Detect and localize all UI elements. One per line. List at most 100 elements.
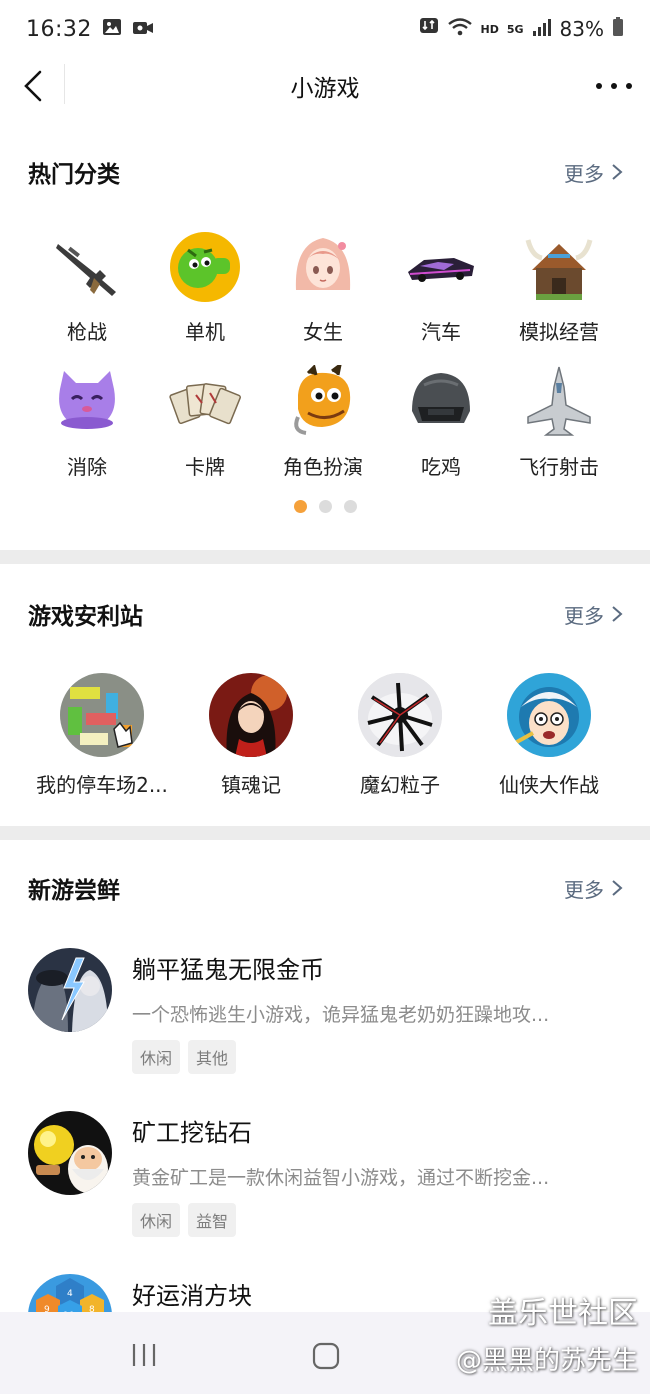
purple-cat-icon bbox=[50, 365, 124, 439]
recent-apps-icon bbox=[132, 1344, 156, 1366]
race-car-icon bbox=[404, 230, 478, 304]
game-name: 好运消方块 bbox=[132, 1282, 252, 1310]
page-title: 小游戏 bbox=[290, 76, 360, 102]
more-label: 更多 bbox=[564, 161, 604, 186]
perk-game-label: 仙侠大作战 bbox=[499, 773, 599, 797]
block-number: 9 bbox=[44, 1305, 50, 1312]
dot bbox=[596, 83, 602, 89]
category-label: 女生 bbox=[303, 320, 343, 344]
watermark-author: @黑黑的苏先生 bbox=[455, 1346, 638, 1376]
section-title: 热门分类 bbox=[28, 162, 120, 188]
anime-girl-icon bbox=[286, 230, 360, 304]
battery-icon bbox=[612, 16, 624, 42]
page-dot bbox=[318, 500, 332, 513]
perk-game-item[interactable]: 仙侠大作战 bbox=[474, 673, 624, 798]
magic-particle-avatar bbox=[358, 673, 442, 757]
home-button[interactable] bbox=[312, 1342, 340, 1374]
ghost-game-avatar bbox=[28, 948, 112, 1032]
game-tag: 益智 bbox=[188, 1203, 237, 1237]
wifi-icon bbox=[447, 17, 473, 42]
category-label: 角色扮演 bbox=[283, 455, 363, 479]
lucky-blocks-avatar: 9 4 8 10 bbox=[28, 1274, 112, 1312]
category-item[interactable]: 消除 bbox=[28, 365, 146, 480]
category-item[interactable]: 吃鸡 bbox=[382, 365, 500, 480]
more-label: 更多 bbox=[564, 877, 604, 902]
category-item[interactable]: 女生 bbox=[264, 230, 382, 345]
helmet-icon bbox=[404, 365, 478, 439]
category-item[interactable]: 卡牌 bbox=[146, 365, 264, 480]
soul-record-avatar bbox=[209, 673, 293, 757]
game-name: 躺平猛鬼无限金币 bbox=[132, 956, 324, 984]
perks-list: 我的停车场2... 镇魂记 魔幻粒子 仙侠大作战 bbox=[0, 673, 650, 803]
gallery-icon bbox=[102, 17, 122, 42]
perks-more-link[interactable]: 更多 bbox=[564, 600, 624, 629]
video-icon bbox=[132, 17, 154, 42]
hot-categories-section: 热门分类 更多 枪战 单机 女生 汽车 模拟经营 消除 卡牌 角色扮演 吃鸡 飞… bbox=[0, 114, 650, 550]
network-hd: HD bbox=[480, 22, 499, 36]
jet-icon bbox=[522, 365, 596, 439]
perk-game-item[interactable]: 魔幻粒子 bbox=[325, 673, 475, 798]
section-title: 新游尝鲜 bbox=[28, 878, 120, 904]
perk-game-item[interactable]: 镇魂记 bbox=[176, 673, 326, 798]
watermark-community: 盖乐世社区 bbox=[488, 1296, 638, 1331]
game-name: 矿工挖钻石 bbox=[132, 1119, 252, 1147]
category-item[interactable]: 单机 bbox=[146, 230, 264, 345]
gold-miner-avatar bbox=[28, 1111, 112, 1195]
dragon-icon bbox=[286, 365, 360, 439]
more-options-button[interactable] bbox=[596, 70, 632, 102]
game-tags: 休闲 益智 bbox=[132, 1203, 237, 1237]
new-game-item[interactable]: 躺平猛鬼无限金币 一个恐怖逃生小游戏，诡异猛鬼老奶奶狂躁地攻... 休闲 其他 bbox=[28, 948, 622, 1078]
recent-apps-button[interactable] bbox=[130, 1342, 158, 1372]
battery-level: 83% bbox=[559, 17, 604, 41]
category-label: 吃鸡 bbox=[421, 455, 461, 479]
chevron-right-icon bbox=[612, 880, 623, 896]
pea-shooter-icon bbox=[168, 230, 242, 304]
dot bbox=[611, 83, 617, 89]
status-time: 16:32 bbox=[26, 16, 92, 42]
new-games-header: 新游尝鲜 更多 bbox=[28, 868, 624, 908]
new-game-item[interactable]: 矿工挖钻石 黄金矿工是一款休闲益智小游戏，通过不断挖金... 休闲 益智 bbox=[28, 1111, 622, 1241]
hot-categories-header: 热门分类 更多 bbox=[28, 152, 624, 192]
category-item[interactable]: 汽车 bbox=[382, 230, 500, 345]
section-separator bbox=[0, 550, 650, 564]
chevron-right-icon bbox=[612, 606, 623, 622]
signal-icon bbox=[532, 17, 552, 42]
category-item[interactable]: 飞行射击 bbox=[500, 365, 618, 480]
more-label: 更多 bbox=[564, 603, 604, 628]
perks-header: 游戏安利站 更多 bbox=[28, 594, 624, 634]
chevron-right-icon bbox=[612, 164, 623, 180]
category-label: 枪战 bbox=[67, 320, 107, 344]
category-label: 消除 bbox=[67, 455, 107, 479]
category-label: 模拟经营 bbox=[519, 320, 599, 344]
game-tag: 休闲 bbox=[132, 1203, 181, 1237]
status-bar: 16:32 HD 5G 83% bbox=[0, 0, 650, 58]
parking-game-avatar bbox=[60, 673, 144, 757]
hot-categories-more-link[interactable]: 更多 bbox=[564, 158, 624, 187]
game-tags: 休闲 其他 bbox=[132, 1040, 237, 1074]
top-nav: 小游戏 bbox=[0, 58, 650, 114]
category-label: 卡牌 bbox=[185, 455, 225, 479]
section-separator bbox=[0, 826, 650, 840]
category-item[interactable]: 角色扮演 bbox=[264, 365, 382, 480]
home-icon bbox=[312, 1342, 340, 1370]
network-5g: 5G bbox=[506, 22, 524, 36]
back-button[interactable] bbox=[20, 68, 50, 104]
cards-icon bbox=[168, 365, 242, 439]
dot bbox=[626, 83, 632, 89]
category-item[interactable]: 模拟经营 bbox=[500, 230, 618, 345]
game-description: 黄金矿工是一款休闲益智小游戏，通过不断挖金... bbox=[132, 1167, 550, 1189]
block-number: 8 bbox=[89, 1305, 95, 1312]
game-tag: 其他 bbox=[188, 1040, 237, 1074]
category-label: 汽车 bbox=[421, 320, 461, 344]
nav-divider bbox=[64, 64, 65, 104]
back-arrow-icon bbox=[24, 70, 42, 102]
perk-game-label: 魔幻粒子 bbox=[360, 773, 440, 797]
xianxia-battle-avatar bbox=[507, 673, 591, 757]
category-grid: 枪战 单机 女生 汽车 模拟经营 消除 卡牌 角色扮演 吃鸡 飞行射击 bbox=[28, 230, 622, 480]
game-description: 一个恐怖逃生小游戏，诡异猛鬼老奶奶狂躁地攻... bbox=[132, 1004, 550, 1026]
category-item[interactable]: 枪战 bbox=[28, 230, 146, 345]
game-tag: 休闲 bbox=[132, 1040, 181, 1074]
perk-game-item[interactable]: 我的停车场2... bbox=[27, 673, 177, 798]
new-games-more-link[interactable]: 更多 bbox=[564, 874, 624, 903]
rifle-icon bbox=[50, 230, 124, 304]
